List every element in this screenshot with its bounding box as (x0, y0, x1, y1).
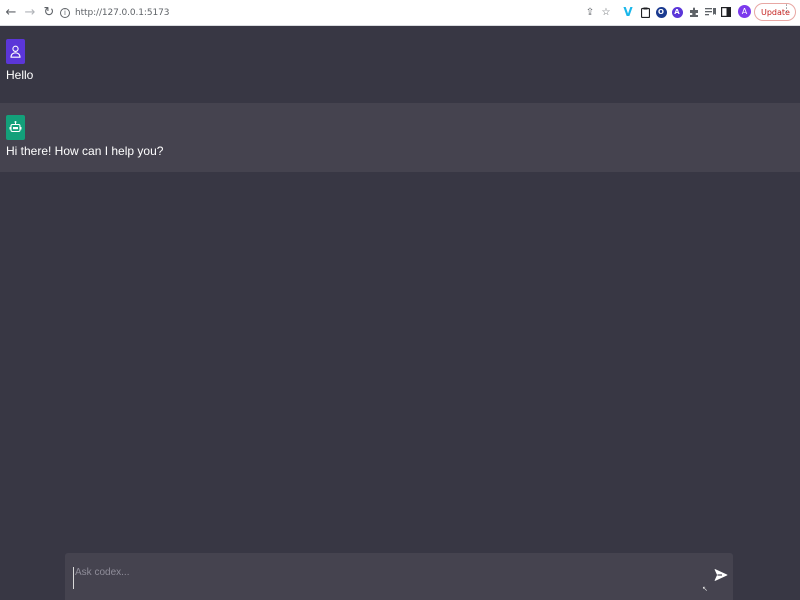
user-avatar-icon (6, 39, 25, 64)
site-info-icon[interactable]: i (60, 7, 70, 18)
share-icon[interactable]: ⇪ (584, 6, 596, 18)
back-icon[interactable]: ← (3, 5, 19, 21)
vimeo-icon[interactable]: V (622, 5, 634, 19)
puzzle-icon[interactable] (688, 6, 700, 18)
send-icon (714, 569, 728, 581)
forward-icon[interactable]: → (22, 5, 38, 21)
prompt-input[interactable] (73, 567, 703, 589)
user-message-text: Hello (6, 68, 34, 82)
profile-avatar[interactable]: A (738, 5, 751, 18)
bot-message-text: Hi there! How can I help you? (6, 144, 164, 158)
send-button[interactable] (713, 567, 729, 583)
side-panel-icon[interactable] (720, 6, 732, 18)
chat-message-bot: Hi there! How can I help you? (0, 103, 800, 172)
o-extension-icon[interactable]: O (655, 6, 667, 18)
a-extension-icon[interactable]: A (671, 6, 683, 18)
browser-toolbar: ← → ↻ i http://127.0.0.1:5173 ⇪ ☆ V O A … (0, 0, 800, 26)
address-bar[interactable]: i http://127.0.0.1:5173 (56, 3, 616, 22)
update-button[interactable]: Update ⋮ (754, 3, 796, 21)
chat-message-user: Hello (0, 27, 800, 103)
mouse-cursor-icon: ↖ (702, 585, 708, 593)
reading-list-icon[interactable] (704, 6, 716, 18)
bookmark-star-icon[interactable]: ☆ (600, 6, 612, 18)
more-menu-icon[interactable]: ⋮ (782, 5, 791, 14)
message-composer: ↖ (65, 553, 733, 600)
bot-avatar-icon (6, 115, 25, 140)
clipboard-icon[interactable] (639, 6, 651, 18)
url-text[interactable]: http://127.0.0.1:5173 (75, 8, 169, 18)
reload-icon[interactable]: ↻ (41, 5, 57, 21)
